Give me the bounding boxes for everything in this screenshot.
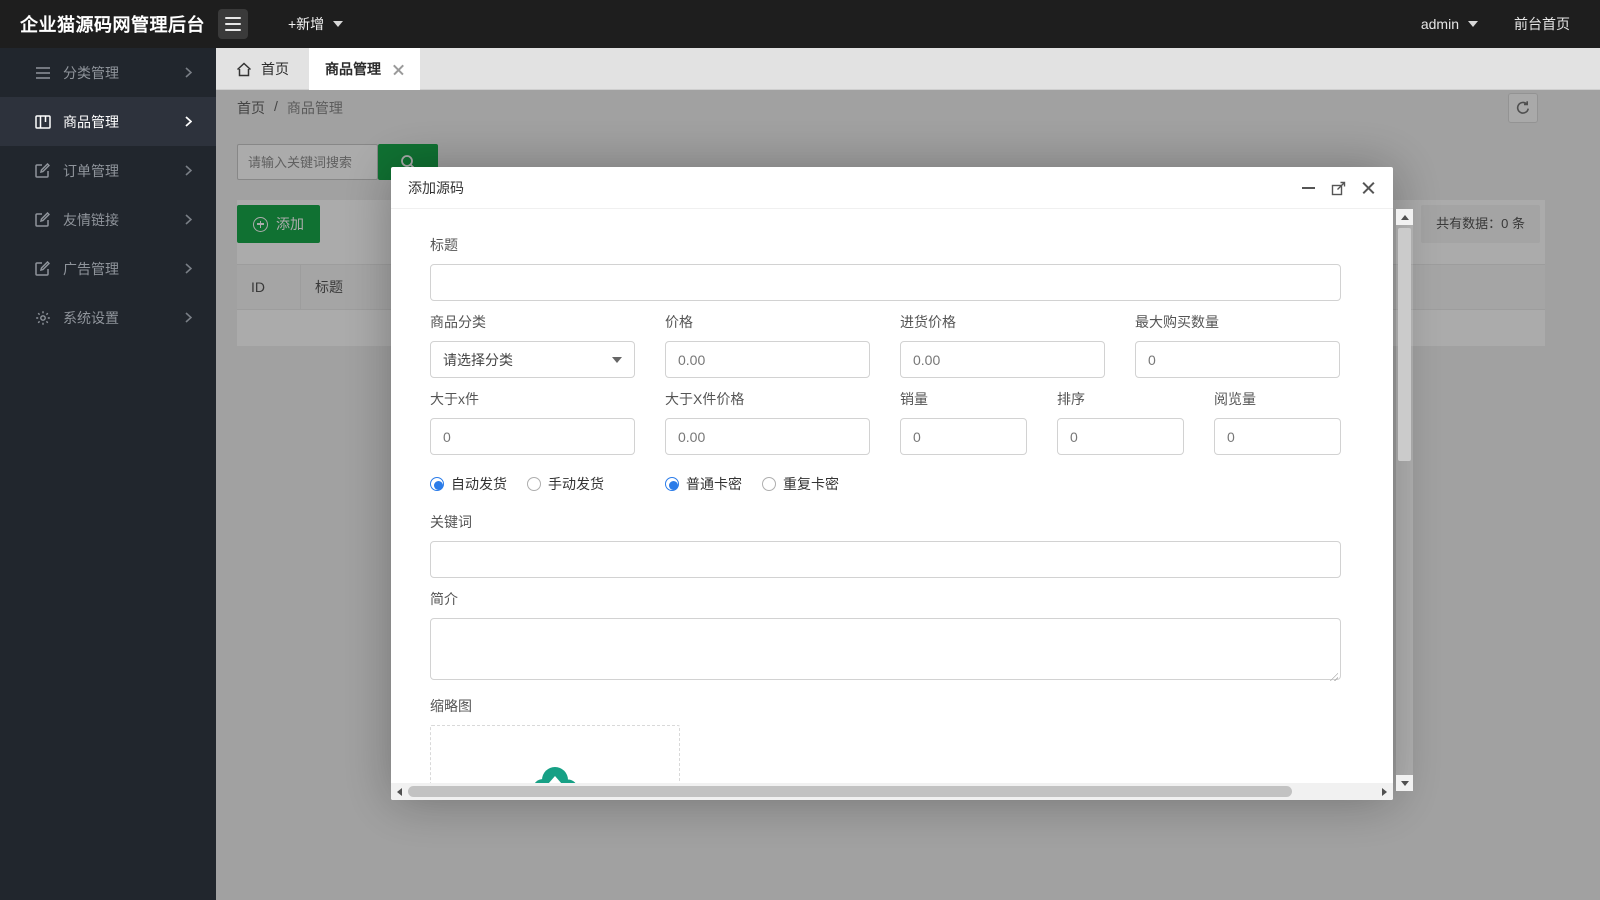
radio-repeat-card[interactable]: 重复卡密 (762, 474, 839, 494)
field-sort: 排序 (1057, 389, 1184, 455)
sidebar-item-category[interactable]: 分类管理 (0, 48, 216, 97)
views-input[interactable] (1214, 418, 1341, 455)
sidebar-item-settings[interactable]: 系统设置 (0, 293, 216, 342)
chevron-down-icon (1468, 21, 1478, 27)
gtx-input[interactable] (430, 418, 635, 455)
scroll-left-arrow-icon[interactable] (391, 783, 408, 800)
scroll-right-arrow-icon[interactable] (1376, 783, 1393, 800)
max-buy-input[interactable] (1135, 341, 1340, 378)
maximize-icon[interactable] (1330, 180, 1347, 197)
intro-textarea[interactable] (430, 618, 1341, 680)
chevron-right-icon (185, 212, 192, 228)
field-max-buy: 最大购买数量 (1135, 312, 1340, 378)
radio-icon (527, 477, 541, 491)
minimize-icon[interactable] (1300, 180, 1317, 197)
field-thumbnail: 缩略图 点击上传，或将文件拖拽到此处 (430, 696, 1341, 783)
delivery-radio-group: 自动发货 手动发货 (430, 474, 665, 494)
sidebar-item-ads[interactable]: 广告管理 (0, 244, 216, 293)
field-sales: 销量 (900, 389, 1027, 455)
modal-title: 添加源码 (391, 167, 1393, 209)
field-gtx: 大于x件 (430, 389, 635, 455)
tab-close-icon[interactable] (393, 64, 404, 75)
field-views: 阅览量 (1214, 389, 1341, 455)
chevron-right-icon (185, 310, 192, 326)
user-dropdown[interactable]: admin (1421, 16, 1478, 32)
edit-icon (34, 211, 51, 228)
tab-strip: 首页 商品管理 (216, 48, 1600, 90)
goods-icon (34, 113, 51, 130)
edit-icon (34, 162, 51, 179)
field-keywords: 关键词 (430, 512, 1341, 578)
title-input[interactable] (430, 264, 1341, 301)
radio-icon (430, 477, 444, 491)
field-intro: 简介 (430, 589, 1341, 685)
horizontal-scroll-thumb[interactable] (408, 786, 1292, 797)
username: admin (1421, 16, 1459, 32)
window-controls (1300, 167, 1377, 209)
cloud-upload-icon (526, 762, 584, 783)
radio-auto-delivery[interactable]: 自动发货 (430, 474, 507, 494)
modal-body: 标题 商品分类 请选择分类 价格 进货价格 最大购买数量 (391, 209, 1393, 783)
scroll-up-arrow-icon[interactable] (1396, 209, 1413, 225)
sales-input[interactable] (900, 418, 1027, 455)
sort-input[interactable] (1057, 418, 1184, 455)
price-input[interactable] (665, 341, 870, 378)
chevron-right-icon (185, 163, 192, 179)
topbar: 企业猫源码网管理后台 +新增 admin 前台首页 (0, 0, 1600, 48)
scroll-down-arrow-icon[interactable] (1396, 775, 1413, 791)
card-type-radio-group: 普通卡密 重复卡密 (665, 474, 839, 494)
app-title: 企业猫源码网管理后台 (0, 11, 216, 37)
radio-row: 自动发货 手动发货 普通卡密 重复卡密 (430, 474, 1341, 494)
add-source-modal: 添加源码 标题 商品分类 请选择分类 价格 (391, 167, 1393, 800)
gtx-price-input[interactable] (665, 418, 870, 455)
vertical-scrollbar[interactable] (1396, 209, 1413, 791)
menu-toggle-icon[interactable] (218, 9, 248, 39)
sidebar-item-orders[interactable]: 订单管理 (0, 146, 216, 195)
add-new-label: +新增 (288, 14, 324, 34)
add-new-dropdown[interactable]: +新增 (288, 14, 343, 34)
edit-icon (34, 260, 51, 277)
gear-icon (34, 309, 51, 326)
keywords-input[interactable] (430, 541, 1341, 578)
thumbnail-upload-dropzone[interactable]: 点击上传，或将文件拖拽到此处 (430, 725, 680, 783)
sidebar: 分类管理 商品管理 订单管理 友情链接 广告管理 系统设置 (0, 48, 216, 900)
cost-price-input[interactable] (900, 341, 1105, 378)
horizontal-scrollbar[interactable] (391, 783, 1393, 800)
modal-header: 添加源码 (391, 167, 1393, 209)
category-select-wrap: 请选择分类 (430, 341, 635, 378)
field-price: 价格 (665, 312, 870, 378)
field-gtx-price: 大于X件价格 (665, 389, 870, 455)
list-icon (34, 64, 51, 81)
radio-icon (762, 477, 776, 491)
tab-goods-active[interactable]: 商品管理 (309, 48, 420, 90)
radio-normal-card[interactable]: 普通卡密 (665, 474, 742, 494)
chevron-right-icon (185, 65, 192, 81)
radio-manual-delivery[interactable]: 手动发货 (527, 474, 604, 494)
tab-home[interactable]: 首页 (216, 48, 309, 90)
sidebar-item-goods[interactable]: 商品管理 (0, 97, 216, 146)
sidebar-item-links[interactable]: 友情链接 (0, 195, 216, 244)
chevron-right-icon (185, 114, 192, 130)
field-category: 商品分类 请选择分类 (430, 312, 635, 378)
frontend-home-link[interactable]: 前台首页 (1514, 14, 1570, 34)
chevron-right-icon (185, 261, 192, 277)
field-title: 标题 (430, 235, 1341, 301)
chevron-down-icon (333, 21, 343, 27)
vertical-scroll-thumb[interactable] (1398, 228, 1411, 461)
topbar-right: admin 前台首页 (1421, 14, 1600, 34)
close-icon[interactable] (1360, 180, 1377, 197)
radio-icon (665, 477, 679, 491)
home-icon (236, 62, 252, 77)
category-select[interactable]: 请选择分类 (430, 341, 635, 378)
field-cost-price: 进货价格 (900, 312, 1105, 378)
